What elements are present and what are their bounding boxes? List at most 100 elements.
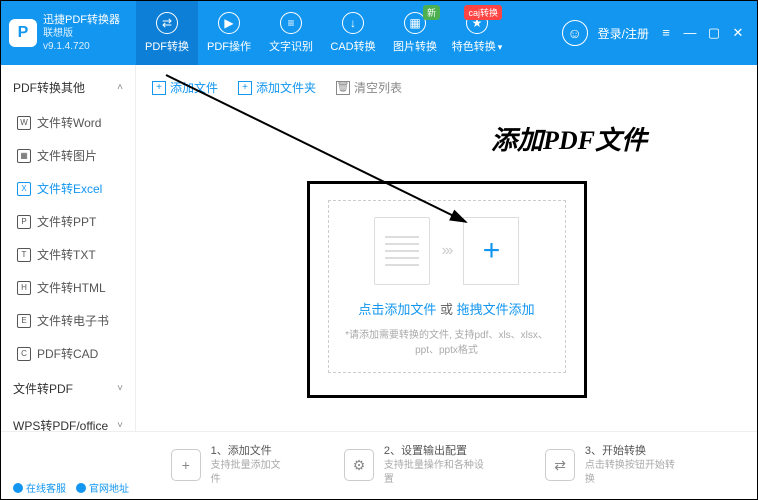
sidebar-item-label: 文件转电子书 xyxy=(37,312,109,329)
app-header: P 迅捷PDF转换器 联想版 v9.1.4.720 ⇄ PDF转换 ▶ PDF操… xyxy=(1,1,757,65)
cad-icon: ↓ xyxy=(342,12,364,34)
sidebar-group-to-pdf[interactable]: 文件转PDF ˅ xyxy=(1,370,135,407)
sidebar-item-cad[interactable]: C PDF转CAD xyxy=(1,337,135,370)
step-title: 1、添加文件 xyxy=(211,444,285,459)
top-nav: ⇄ PDF转换 ▶ PDF操作 ≡ 文字识别 ↓ CAD转换 ▦ 图片转换 新 … xyxy=(136,1,508,65)
step-sub: 支持批量添加文件 xyxy=(211,459,285,487)
dropzone-highlight: ››› + 点击添加文件 或 拖拽文件添加 *请添加需要转换的文件, 支持pdf… xyxy=(307,181,587,398)
nav-image[interactable]: ▦ 图片转换 新 xyxy=(384,1,446,65)
nav-label: 特色转换▾ xyxy=(452,38,503,54)
arrow-right-icon: ››› xyxy=(442,242,452,260)
sidebar-group-wps[interactable]: WPS转PDF/office ˅ xyxy=(1,407,135,431)
nav-label: 图片转换 xyxy=(393,38,437,54)
sidebar-item-label: 文件转PPT xyxy=(37,213,96,230)
nav-pdf-operate[interactable]: ▶ PDF操作 xyxy=(198,1,260,65)
nav-label: 文字识别 xyxy=(269,38,313,54)
convert-icon: ⇄ xyxy=(156,12,178,34)
step-title: 2、设置输出配置 xyxy=(384,444,485,459)
dropzone-hint: *请添加需要转换的文件, 支持pdf、xls、xlsx、ppt、pptx格式 xyxy=(339,326,555,356)
txt-icon: T xyxy=(17,248,31,262)
new-badge: 新 xyxy=(423,5,440,20)
dropzone-text: 点击添加文件 或 拖拽文件添加 xyxy=(339,299,555,318)
logo-area: P 迅捷PDF转换器 联想版 v9.1.4.720 xyxy=(1,13,136,53)
sidebar-item-html[interactable]: H 文件转HTML xyxy=(1,271,135,304)
nav-label: PDF转换 xyxy=(145,38,189,54)
sidebar-item-ebook[interactable]: E 文件转电子书 xyxy=(1,304,135,337)
step-add-icon: + xyxy=(171,449,201,481)
step-convert-icon: ⇄ xyxy=(545,449,575,481)
main-panel: +添加文件 +添加文件夹 🗑清空列表 添加PDF文件 ››› + 点击添加文件 … xyxy=(136,65,757,431)
menu-button[interactable]: ≡ xyxy=(659,25,673,41)
user-icon: ☺ xyxy=(562,20,588,46)
tool-label: 添加文件 xyxy=(170,79,218,96)
app-sub: 联想版 xyxy=(43,27,120,40)
document-icon xyxy=(374,217,430,285)
ocr-icon: ≡ xyxy=(280,12,302,34)
step-3: ⇄ 3、开始转换点击转换按钮开始转换 xyxy=(545,444,677,487)
cad-icon: C xyxy=(17,347,31,361)
login-button[interactable]: 登录/注册 xyxy=(598,25,649,42)
close-button[interactable]: ✕ xyxy=(731,25,745,41)
nav-pdf-convert[interactable]: ⇄ PDF转换 xyxy=(136,1,198,65)
step-1: + 1、添加文件支持批量添加文件 xyxy=(171,444,284,487)
trash-icon: 🗑 xyxy=(336,81,350,95)
support-icon xyxy=(13,483,23,493)
chevron-up-icon: ˄ xyxy=(117,82,123,93)
html-icon: H xyxy=(17,281,31,295)
app-name: 迅捷PDF转换器 xyxy=(43,13,120,27)
support-link[interactable]: 在线客服 xyxy=(13,480,66,495)
footer: + 1、添加文件支持批量添加文件 ⚙ 2、设置输出配置支持批量操作和各种设置 ⇄… xyxy=(1,431,757,499)
sidebar-item-label: 文件转TXT xyxy=(37,246,96,263)
nav-label: PDF操作 xyxy=(207,38,251,54)
sidebar-item-label: 文件转HTML xyxy=(37,279,106,296)
footer-links: 在线客服 官网地址 xyxy=(13,480,129,495)
maximize-button[interactable]: ▢ xyxy=(707,25,721,41)
sidebar-group-label: WPS转PDF/office xyxy=(13,417,108,431)
image-icon: ▦ xyxy=(17,149,31,163)
nav-special[interactable]: ★ 特色转换▾ caj转换 xyxy=(446,1,508,65)
nav-ocr[interactable]: ≡ 文字识别 xyxy=(260,1,322,65)
step-sub: 点击转换按钮开始转换 xyxy=(585,459,677,487)
click-add-link[interactable]: 点击添加文件 xyxy=(358,302,436,317)
caj-badge: caj转换 xyxy=(464,5,502,20)
sidebar-group-label: PDF转换其他 xyxy=(13,79,85,96)
sidebar-item-label: 文件转Word xyxy=(37,114,101,131)
nav-cad[interactable]: ↓ CAD转换 xyxy=(322,1,384,65)
ppt-icon: P xyxy=(17,215,31,229)
word-icon: W xyxy=(17,116,31,130)
minimize-button[interactable]: — xyxy=(683,25,697,41)
tool-label: 添加文件夹 xyxy=(256,79,316,96)
website-link[interactable]: 官网地址 xyxy=(76,480,129,495)
nav-label: CAD转换 xyxy=(330,38,375,54)
chevron-down-icon: ˅ xyxy=(117,383,123,394)
chevron-down-icon: ˅ xyxy=(117,420,123,431)
sidebar-item-image[interactable]: ▦文件转图片 xyxy=(1,139,135,172)
sidebar-group-label: 文件转PDF xyxy=(13,380,73,397)
add-folder-icon: + xyxy=(238,81,252,95)
sidebar-item-label: PDF转CAD xyxy=(37,345,98,362)
drag-add-link[interactable]: 拖拽文件添加 xyxy=(457,302,535,317)
sidebar-item-excel[interactable]: X 文件转Excel xyxy=(1,172,135,205)
step-2: ⚙ 2、设置输出配置支持批量操作和各种设置 xyxy=(344,444,485,487)
sidebar: PDF转换其他 ˄ W 文件转Word ▦文件转图片 X 文件转Excel P 文件转… xyxy=(1,65,136,431)
step-title: 3、开始转换 xyxy=(585,444,677,459)
step-config-icon: ⚙ xyxy=(344,449,374,481)
excel-icon: X xyxy=(17,182,31,196)
annotation-text: 添加PDF文件 xyxy=(491,120,647,157)
app-logo-icon: P xyxy=(9,19,37,47)
add-folder-button[interactable]: + 添加文件夹 xyxy=(238,79,316,96)
app-title: 迅捷PDF转换器 联想版 v9.1.4.720 xyxy=(43,13,120,53)
tool-label: 清空列表 xyxy=(354,79,402,96)
clear-button[interactable]: 🗑 清空列表 xyxy=(336,79,402,96)
dropzone[interactable]: ››› + 点击添加文件 或 拖拽文件添加 *请添加需要转换的文件, 支持pdf… xyxy=(328,200,566,373)
sidebar-group-pdf-to-other[interactable]: PDF转换其他 ˄ xyxy=(1,69,135,106)
sidebar-item-word[interactable]: W 文件转Word xyxy=(1,106,135,139)
ebook-icon: E xyxy=(17,314,31,328)
add-file-button[interactable]: +添加文件 xyxy=(152,79,218,96)
add-button[interactable]: + xyxy=(463,217,519,285)
sidebar-item-ppt[interactable]: P 文件转PPT xyxy=(1,205,135,238)
sidebar-item-txt[interactable]: T 文件转TXT xyxy=(1,238,135,271)
toolbar: +添加文件 + 添加文件夹 🗑 清空列表 xyxy=(152,75,741,106)
app-version: v9.1.4.720 xyxy=(43,40,120,53)
sidebar-item-label: 文件转Excel xyxy=(37,180,102,197)
